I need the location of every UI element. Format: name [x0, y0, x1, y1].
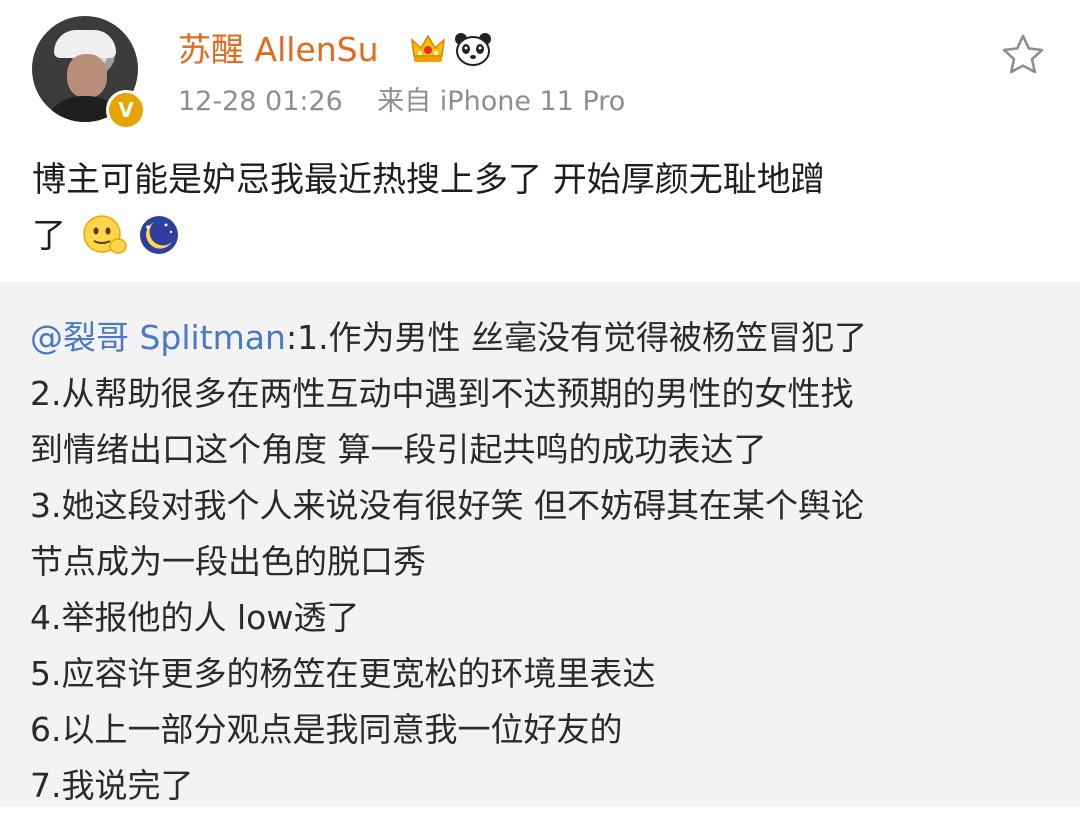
repost-line: 到情绪出口这个角度 算一段引起共鸣的成功表达了: [30, 430, 767, 469]
post-timestamp: 12-28 01:26: [178, 86, 343, 117]
repost-line: 5.应容许更多的杨笠在更宽松的环境里表达: [30, 654, 656, 693]
repost-card[interactable]: @裂哥 Splitman:1.作为男性 丝毫没有觉得被杨笠冒犯了 2.从帮助很多…: [0, 282, 1080, 807]
post-meta: 12-28 01:26 来自 iPhone 11 Pro: [178, 84, 625, 120]
post-source: 来自 iPhone 11 Pro: [377, 86, 626, 117]
crown-icon: [411, 34, 445, 62]
repost-line: 7.我说完了: [30, 766, 194, 805]
repost-line: 节点成为一段出色的脱口秀: [30, 542, 426, 581]
thinking-emoji-icon: [83, 215, 127, 254]
avatar-face: [67, 54, 107, 98]
verified-badge: V: [106, 90, 146, 130]
mention-link[interactable]: @裂哥 Splitman: [30, 318, 286, 357]
repost-line: 3.她这段对我个人来说没有很好笑 但不妨碍其在某个舆论: [30, 486, 864, 525]
repost-line: 2.从帮助很多在两性互动中遇到不达预期的男性的女性找: [30, 374, 854, 413]
repost-content: @裂哥 Splitman:1.作为男性 丝毫没有觉得被杨笠冒犯了 2.从帮助很多…: [30, 310, 1065, 814]
moon-emoji-icon: [140, 216, 178, 254]
star-icon[interactable]: [1000, 33, 1046, 75]
weibo-post: V 苏醒 AllenSu 12-28 01:26 来自 iPhone 11 Pr…: [0, 0, 1080, 282]
repost-line: 4.举报他的人 low透了: [30, 598, 360, 637]
username[interactable]: 苏醒 AllenSu: [178, 30, 378, 70]
repost-line-text: :1.作为男性 丝毫没有觉得被杨笠冒犯了: [285, 318, 868, 357]
repost-line-1: @裂哥 Splitman:1.作为男性 丝毫没有觉得被杨笠冒犯了: [30, 310, 1065, 366]
panda-icon: [455, 33, 491, 66]
avatar[interactable]: V: [32, 16, 146, 130]
repost-line: 6.以上一部分观点是我同意我一位好友的: [30, 710, 623, 749]
post-content-line: 博主可能是妒忌我最近热搜上多了 开始厚颜无耻地蹭: [32, 160, 825, 200]
